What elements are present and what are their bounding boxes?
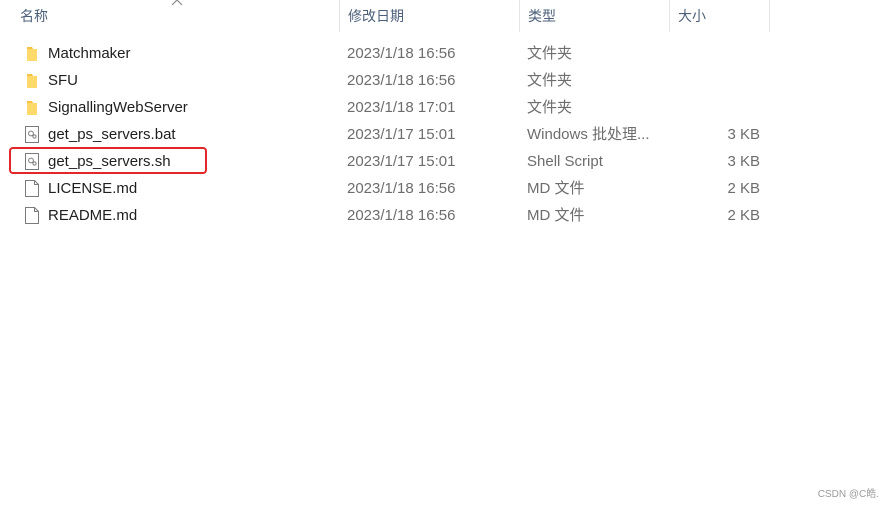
file-type: 文件夹 xyxy=(527,72,573,89)
folder-icon xyxy=(27,101,37,115)
file-size: 3 KB xyxy=(727,126,760,143)
watermark: CSDN @C皓. xyxy=(817,489,879,500)
file-name: Matchmaker xyxy=(48,45,131,62)
file-type: 文件夹 xyxy=(527,45,573,62)
script-file-icon xyxy=(25,126,39,143)
file-name: get_ps_servers.bat xyxy=(48,126,176,143)
folder-icon xyxy=(27,74,37,88)
column-header-type[interactable]: 类型 xyxy=(520,0,670,32)
file-name: get_ps_servers.sh xyxy=(48,153,171,170)
file-date: 2023/1/18 16:56 xyxy=(347,180,456,197)
file-row-get-ps-servers-sh[interactable]: get_ps_servers.sh 2023/1/17 15:01 Shell … xyxy=(0,148,893,175)
file-row-sfu[interactable]: SFU 2023/1/18 16:56 文件夹 xyxy=(0,67,893,94)
file-size xyxy=(660,40,760,67)
column-header-date[interactable]: 修改日期 xyxy=(340,0,520,32)
file-name: README.md xyxy=(48,207,138,224)
script-file-icon xyxy=(25,153,39,170)
file-type: Shell Script xyxy=(527,153,603,170)
file-type: 文件夹 xyxy=(527,99,573,116)
file-name: SFU xyxy=(48,72,78,89)
column-header-size[interactable]: 大小 xyxy=(670,0,770,32)
file-size: 2 KB xyxy=(727,180,760,197)
file-row-get-ps-servers-bat[interactable]: get_ps_servers.bat 2023/1/17 15:01 Windo… xyxy=(0,121,893,148)
file-row-license-md[interactable]: LICENSE.md 2023/1/18 16:56 MD 文件 2 KB xyxy=(0,175,893,202)
file-size: 2 KB xyxy=(727,207,760,224)
chevron-up-icon xyxy=(171,0,183,6)
file-list: Matchmaker 2023/1/18 16:56 文件夹 SFU 2023/… xyxy=(0,40,893,229)
file-size: 3 KB xyxy=(727,153,760,170)
file-date: 2023/1/18 16:56 xyxy=(347,72,456,89)
file-date: 2023/1/18 16:56 xyxy=(347,45,456,62)
file-date: 2023/1/18 17:01 xyxy=(347,99,456,116)
file-date: 2023/1/17 15:01 xyxy=(347,153,456,170)
file-date: 2023/1/17 15:01 xyxy=(347,126,456,143)
file-explorer: 名称 修改日期 类型 大小 Matchmaker 2023/1/18 16:56… xyxy=(0,0,893,508)
file-name: LICENSE.md xyxy=(48,180,138,197)
file-icon xyxy=(25,207,39,224)
column-header-row: 名称 修改日期 类型 大小 xyxy=(0,0,893,32)
file-date: 2023/1/18 16:56 xyxy=(347,207,456,224)
file-type: MD 文件 xyxy=(527,180,585,197)
file-name: SignallingWebServer xyxy=(48,99,188,116)
file-type: Windows 批处理... xyxy=(527,126,650,143)
file-row-matchmaker[interactable]: Matchmaker 2023/1/18 16:56 文件夹 xyxy=(0,40,893,67)
folder-icon xyxy=(27,47,37,61)
file-icon xyxy=(25,180,39,197)
file-type: MD 文件 xyxy=(527,207,585,224)
file-row-signallingwebserver[interactable]: SignallingWebServer 2023/1/18 17:01 文件夹 xyxy=(0,94,893,121)
file-row-readme-md[interactable]: README.md 2023/1/18 16:56 MD 文件 2 KB xyxy=(0,202,893,229)
file-size xyxy=(660,94,760,121)
file-size xyxy=(660,67,760,94)
